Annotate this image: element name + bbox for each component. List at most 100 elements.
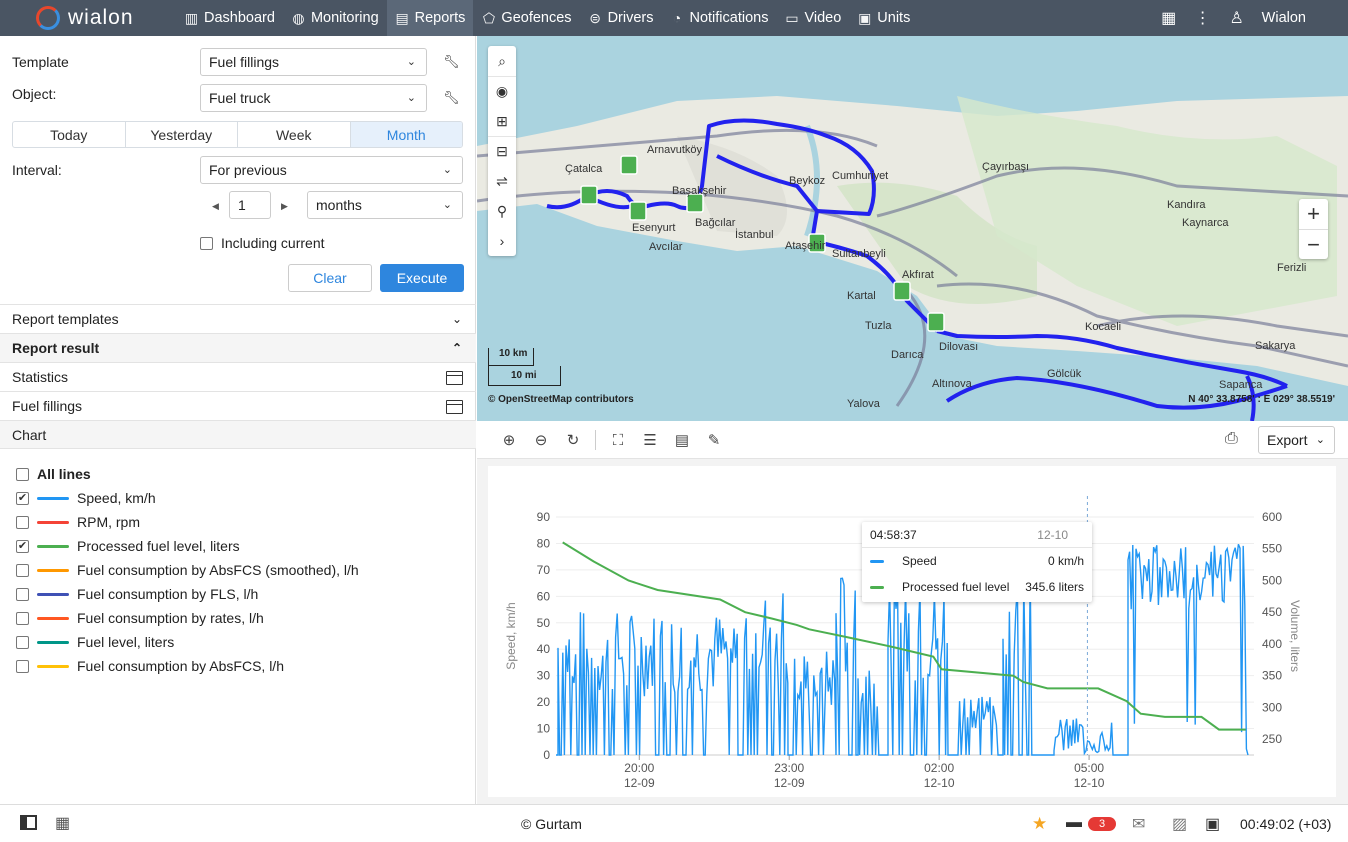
legend-item[interactable]: ✔ Speed, km/h xyxy=(16,486,359,510)
star-icon[interactable]: ★ xyxy=(1032,814,1047,834)
legend-all-lines[interactable]: All lines xyxy=(16,462,359,486)
legend-checkbox[interactable]: ✔ xyxy=(16,539,29,553)
interval-unit-select[interactable]: months ⌄ xyxy=(307,191,463,219)
waypoints-icon[interactable]: ⚲ xyxy=(488,196,516,226)
legend-checkbox[interactable]: ✔ xyxy=(16,491,29,505)
statistics-item[interactable]: Statistics xyxy=(0,362,476,391)
chart-area[interactable]: 0 10 20 30 40 50 60 70 80 90 250 300 350 400 450 500 550… xyxy=(488,466,1336,797)
fuel-fillings-item[interactable]: Fuel fillings xyxy=(0,391,476,420)
table-icon[interactable] xyxy=(446,400,463,414)
legend-item[interactable]: Fuel consumption by AbsFCS (smoothed), l… xyxy=(16,558,359,582)
wrench-icon[interactable]: 🔧︎ xyxy=(443,90,460,106)
mail-icon[interactable]: ✉ xyxy=(1132,814,1145,834)
sidebar-toggle-icon[interactable] xyxy=(20,815,37,830)
export-dropdown[interactable]: Export ⌄ xyxy=(1258,426,1335,454)
legend-item[interactable]: RPM, rpm xyxy=(16,510,359,534)
tooltip-fuel-swatch xyxy=(870,585,884,589)
y-tick-right: 300 xyxy=(1262,700,1282,714)
all-lines-checkbox[interactable] xyxy=(16,467,29,481)
image-icon[interactable]: ▨ xyxy=(1172,814,1187,834)
legend-line-swatch xyxy=(37,664,69,668)
execute-button[interactable]: Execute xyxy=(380,264,464,292)
chevron-right-icon[interactable]: › xyxy=(488,226,516,256)
legend-line-swatch xyxy=(37,640,69,644)
wialon-logo[interactable]: wialon xyxy=(0,0,176,36)
user-icon[interactable]: ♙ xyxy=(1220,8,1254,28)
report-result-label: Report result xyxy=(12,340,100,356)
legend-checkbox[interactable] xyxy=(16,635,29,649)
period-month[interactable]: Month xyxy=(350,122,462,147)
pencil-icon[interactable]: ✎ xyxy=(698,424,730,456)
period-today[interactable]: Today xyxy=(13,122,126,147)
clear-button[interactable]: Clear xyxy=(288,264,372,292)
nav-geofences[interactable]: ⬠ Geofences xyxy=(473,0,579,36)
report-result-section[interactable]: Report result ⌃ xyxy=(0,333,476,362)
statistics-label: Statistics xyxy=(12,369,69,385)
comment-icon[interactable]: ☰ xyxy=(634,424,666,456)
including-current-checkbox[interactable] xyxy=(200,236,213,250)
nav-notifications[interactable]: ◔ Notifications xyxy=(661,0,776,36)
calendar-ruler-icon[interactable]: ▤ xyxy=(666,424,698,456)
print-icon[interactable]: ⎙ xyxy=(1225,430,1238,448)
reset-zoom-icon[interactable]: ↻ xyxy=(557,424,589,456)
legend-item[interactable]: Fuel consumption by AbsFCS, l/h xyxy=(16,654,359,678)
legend-label: Fuel consumption by AbsFCS, l/h xyxy=(77,658,284,674)
legend-item[interactable]: Fuel consumption by rates, l/h xyxy=(16,606,359,630)
map-scale: 10 km 10 mi xyxy=(488,348,561,386)
legend-checkbox[interactable] xyxy=(16,587,29,601)
decrement-arrow-icon[interactable]: ◀ xyxy=(212,201,219,212)
legend-item[interactable]: Fuel level, liters xyxy=(16,630,359,654)
legend-item[interactable]: Fuel consumption by FLS, l/h xyxy=(16,582,359,606)
nav-video[interactable]: ▭ Video xyxy=(776,0,849,36)
including-current-option[interactable]: Including current xyxy=(200,235,325,251)
eye-icon[interactable]: ◉ xyxy=(488,76,516,106)
y-tick-left: 0 xyxy=(543,748,550,762)
period-week[interactable]: Week xyxy=(238,122,351,147)
id-card-icon[interactable]: ▣ xyxy=(1205,814,1220,834)
grid-layout-icon[interactable]: ▦ xyxy=(55,813,70,833)
legend-item[interactable]: ✔ Processed fuel level, liters xyxy=(16,534,359,558)
nav-reports[interactable]: ▤ Reports xyxy=(386,0,474,36)
legend-checkbox[interactable] xyxy=(16,515,29,529)
legend-line-swatch xyxy=(37,568,69,572)
nav-units[interactable]: ▣ Units xyxy=(849,0,918,36)
dashboard-icon: ▥ xyxy=(184,9,199,26)
increment-arrow-icon[interactable]: ▶ xyxy=(281,201,288,212)
report-templates-section[interactable]: Report templates ⌄ xyxy=(0,304,476,333)
nav-drivers[interactable]: ⊜ Drivers xyxy=(580,0,662,36)
route-icon[interactable]: ⇌ xyxy=(488,166,516,196)
chart-item[interactable]: Chart xyxy=(0,420,476,449)
messages-count-badge[interactable]: 3 xyxy=(1088,817,1116,831)
chevron-down-icon: ⌄ xyxy=(406,56,416,68)
object-select[interactable]: Fuel truck ⌄ xyxy=(200,84,427,112)
template-select[interactable]: Fuel fillings ⌄ xyxy=(200,48,427,76)
interval-count-input[interactable]: 1 xyxy=(229,191,271,219)
messages-icon[interactable]: ▬ xyxy=(1066,814,1082,832)
nav-dashboard[interactable]: ▥ Dashboard xyxy=(176,0,283,36)
zoom-out-button[interactable]: − xyxy=(1299,229,1328,259)
period-yesterday[interactable]: Yesterday xyxy=(126,122,238,147)
ruler-icon[interactable]: ⊟ xyxy=(488,136,516,166)
legend-checkbox[interactable] xyxy=(16,659,29,673)
fit-icon[interactable]: ⛶ xyxy=(602,424,634,456)
table-icon[interactable] xyxy=(446,371,463,385)
map-attribution[interactable]: © OpenStreetMap contributors xyxy=(488,394,634,405)
more-vertical-icon[interactable]: ⋮ xyxy=(1186,8,1220,28)
map[interactable]: Arnavutköy Çatalca Başakşehir Esenyurt Bağcı… xyxy=(477,36,1348,421)
map-search-icon[interactable]: ⌕ xyxy=(488,46,516,76)
y-tick-left: 40 xyxy=(537,642,551,656)
legend-checkbox[interactable] xyxy=(16,611,29,625)
zoom-in-button[interactable]: + xyxy=(1299,199,1328,229)
object-label: Object: xyxy=(12,86,57,102)
user-name[interactable]: Wialon xyxy=(1254,10,1348,26)
legend-checkbox[interactable] xyxy=(16,563,29,577)
map-place-label: Kartal xyxy=(847,290,876,302)
template-label: Template xyxy=(12,54,69,70)
map-layers-icon[interactable]: ⊞ xyxy=(488,106,516,136)
nav-monitoring[interactable]: ◍ Monitoring xyxy=(283,0,387,36)
interval-select[interactable]: For previous ⌄ xyxy=(200,156,463,184)
wrench-icon[interactable]: 🔧︎ xyxy=(443,54,460,70)
apps-grid-icon[interactable]: ▦ xyxy=(1152,8,1186,28)
zoom-in-icon[interactable]: ⊕ xyxy=(493,424,525,456)
zoom-out-icon[interactable]: ⊖ xyxy=(525,424,557,456)
